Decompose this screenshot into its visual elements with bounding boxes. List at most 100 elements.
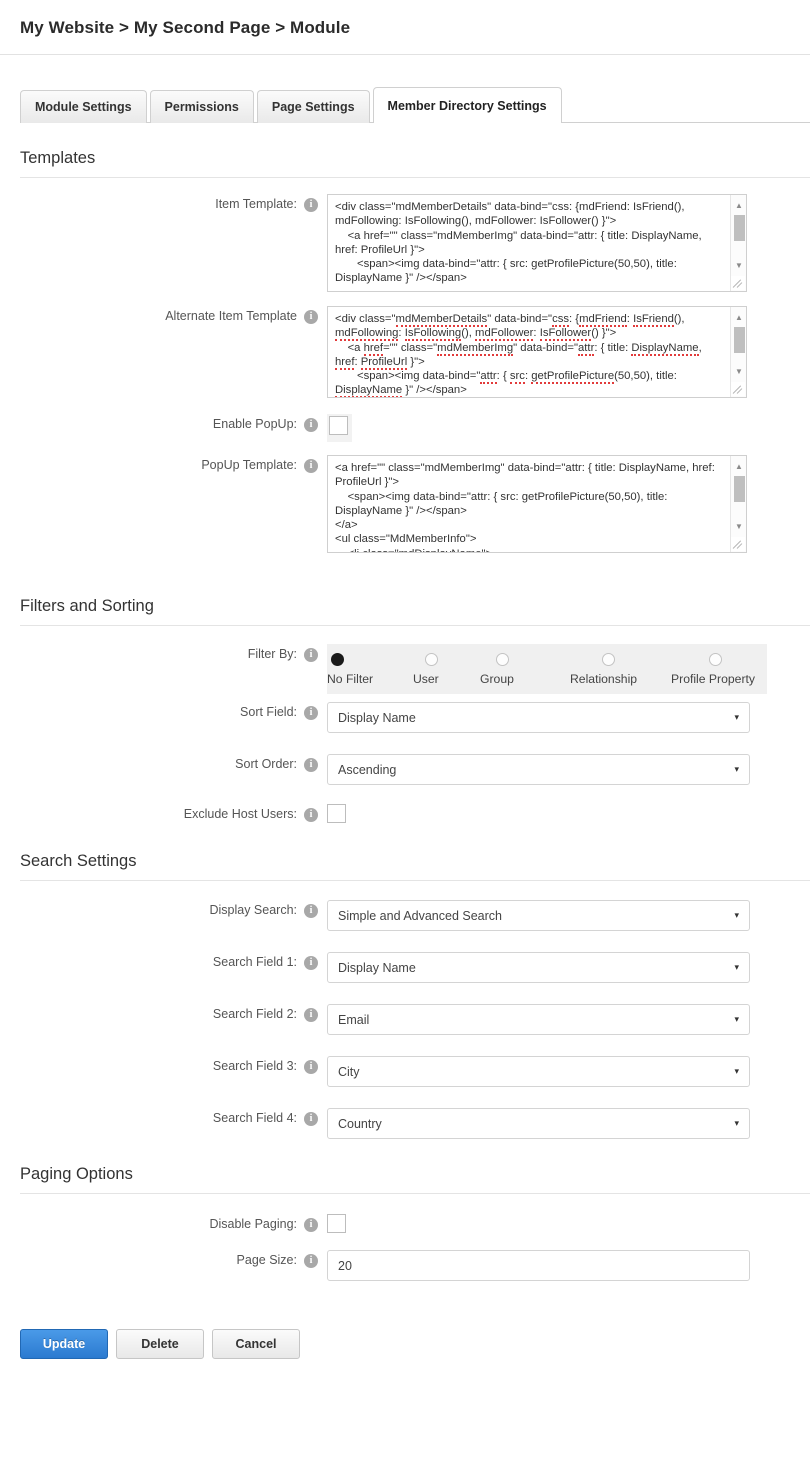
radio-option-profile-property[interactable]: Profile Property [671,653,755,686]
radio-profile-property[interactable] [709,653,722,666]
search-field-1-value: Display Name [338,960,416,975]
radio-option-relationship[interactable]: Relationship [570,653,671,686]
chevron-down-icon[interactable]: ▾ [734,1015,739,1024]
label-exclude-host-users: Exclude Host Users: i [0,804,318,822]
item-template-textarea[interactable]: <div class="mdMemberDetails" data-bind="… [327,194,747,292]
alternate-item-template-textarea-value: <div class="mdMemberDetails" data-bind="… [335,313,705,397]
cancel-button[interactable]: Cancel [212,1329,300,1359]
info-icon[interactable]: i [304,1060,318,1074]
scroll-down-icon[interactable]: ▼ [731,363,746,379]
scroll-up-icon[interactable]: ▲ [731,458,746,474]
resize-handle-icon[interactable] [731,276,745,290]
scroll-up-icon[interactable]: ▲ [731,197,746,213]
radio-label-user: User [413,672,439,686]
scrollbar-thumb[interactable] [734,476,745,502]
info-icon[interactable]: i [304,706,318,720]
info-icon[interactable]: i [304,310,318,324]
label-item-template-text: Item Template: [215,197,297,211]
row-item-template: Item Template: i <div class="mdMemberDet… [0,194,810,292]
search-field-4-select[interactable]: Country ▾ [327,1108,750,1139]
section-divider-templates [20,177,810,178]
sort-order-select[interactable]: Ascending ▾ [327,754,750,785]
radio-label-group: Group [480,672,514,686]
row-sort-order: Sort Order: i Ascending ▾ [0,754,810,785]
resize-handle-icon[interactable] [731,537,745,551]
search-field-2-select[interactable]: Email ▾ [327,1004,750,1035]
chevron-down-icon[interactable]: ▾ [734,963,739,972]
info-icon[interactable]: i [304,418,318,432]
chevron-down-icon[interactable]: ▾ [734,911,739,920]
breadcrumb: My Website > My Second Page > Module [20,18,351,37]
tab-page-settings[interactable]: Page Settings [256,90,370,123]
tab-member-directory-settings[interactable]: Member Directory Settings [372,87,562,124]
alternate-item-template-textarea[interactable]: <div class="mdMemberDetails" data-bind="… [327,306,747,398]
enable-popup-checkbox-wrap [327,414,352,442]
disable-paging-checkbox[interactable] [327,1214,346,1233]
label-sort-order: Sort Order: i [0,754,318,772]
row-filter-by: Filter By: i No Filter User Group Relati… [0,644,810,694]
label-search-field-4: Search Field 4: i [0,1108,318,1126]
label-search-field-2-text: Search Field 2: [212,1007,297,1021]
scrollbar-thumb[interactable] [734,327,745,353]
delete-button[interactable]: Delete [116,1329,204,1359]
tab-permissions[interactable]: Permissions [149,90,254,123]
info-icon[interactable]: i [304,956,318,970]
radio-label-no-filter: No Filter [327,672,374,686]
info-icon[interactable]: i [304,459,318,473]
search-field-1-select[interactable]: Display Name ▾ [327,952,750,983]
scroll-down-icon[interactable]: ▼ [731,257,746,273]
row-exclude-host-users: Exclude Host Users: i [0,804,810,828]
info-icon[interactable]: i [304,1218,318,1232]
enable-popup-checkbox[interactable] [329,416,348,435]
popup-template-textarea[interactable]: <a href="" class="mdMemberImg" data-bind… [327,455,747,553]
info-icon[interactable]: i [304,1254,318,1268]
label-search-field-1: Search Field 1: i [0,952,318,970]
section-divider-search-settings [20,880,810,881]
search-field-3-select[interactable]: City ▾ [327,1056,750,1087]
radio-user[interactable] [425,653,438,666]
radio-option-user[interactable]: User [413,653,480,686]
sort-field-select[interactable]: Display Name ▾ [327,702,750,733]
info-icon[interactable]: i [304,904,318,918]
info-icon[interactable]: i [304,1112,318,1126]
label-display-search-text: Display Search: [209,903,297,917]
radio-group[interactable] [496,653,509,666]
scrollbar-thumb[interactable] [734,215,745,241]
radio-option-no-filter[interactable]: No Filter [327,653,413,686]
row-alternate-item-template: Alternate Item Template i <div class="md… [0,306,810,398]
exclude-host-users-checkbox[interactable] [327,804,346,823]
label-filter-by: Filter By: i [0,644,318,662]
resize-handle-icon[interactable] [731,382,745,396]
label-filter-by-text: Filter By: [247,647,297,661]
row-search-field-2: Search Field 2: i Email ▾ [0,1004,810,1035]
display-search-value: Simple and Advanced Search [338,908,502,923]
scroll-up-icon[interactable]: ▲ [731,309,746,325]
chevron-down-icon[interactable]: ▾ [734,713,739,722]
tab-module-settings[interactable]: Module Settings [20,90,147,123]
display-search-select[interactable]: Simple and Advanced Search ▾ [327,900,750,931]
radio-no-filter[interactable] [331,653,344,666]
chevron-down-icon[interactable]: ▾ [734,1067,739,1076]
page-size-input[interactable]: 20 [327,1250,750,1281]
info-icon[interactable]: i [304,1008,318,1022]
scroll-down-icon[interactable]: ▼ [731,518,746,534]
radio-option-group[interactable]: Group [480,653,570,686]
chevron-down-icon[interactable]: ▾ [734,1119,739,1128]
info-icon[interactable]: i [304,648,318,662]
label-disable-paging: Disable Paging: i [0,1214,318,1232]
label-page-size: Page Size: i [0,1250,318,1268]
update-button[interactable]: Update [20,1329,108,1359]
page-size-value: 20 [338,1258,352,1273]
section-heading-filters-and-sorting: Filters and Sorting [20,597,154,615]
row-enable-popup: Enable PopUp: i [0,414,810,442]
radio-label-profile-property: Profile Property [671,672,755,686]
row-search-field-1: Search Field 1: i Display Name ▾ [0,952,810,983]
label-item-template: Item Template: i [0,194,318,212]
info-icon[interactable]: i [304,758,318,772]
sort-order-value: Ascending [338,762,397,777]
radio-relationship[interactable] [602,653,615,666]
search-field-2-value: Email [338,1012,370,1027]
chevron-down-icon[interactable]: ▾ [734,765,739,774]
info-icon[interactable]: i [304,808,318,822]
info-icon[interactable]: i [304,198,318,212]
